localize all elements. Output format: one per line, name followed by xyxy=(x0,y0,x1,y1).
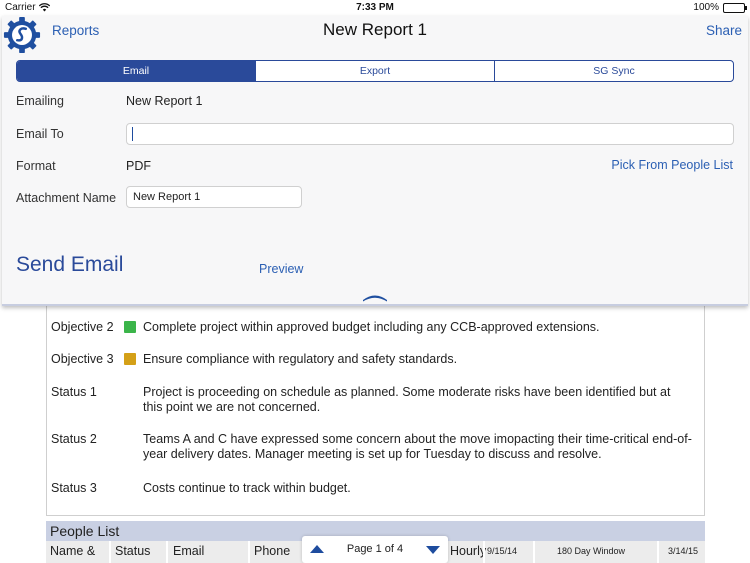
preview-link[interactable]: Preview xyxy=(259,262,303,276)
send-email-button[interactable]: Send Email xyxy=(16,253,123,277)
tab-export[interactable]: Export xyxy=(256,61,495,81)
tab-sg-sync[interactable]: SG Sync xyxy=(495,61,733,81)
row-text: Ensure compliance with regulatory and sa… xyxy=(143,352,458,366)
battery-status: 100% xyxy=(693,2,747,13)
pick-from-people-list-link[interactable]: Pick From People List xyxy=(611,158,733,172)
column-header: Phone xyxy=(254,544,291,558)
row-text: Complete project within approved budget … xyxy=(143,320,600,334)
page-navigator: Page 1 of 4 xyxy=(302,536,448,563)
status-time: 7:33 PM xyxy=(356,2,394,13)
row-label: Status 1 xyxy=(51,385,97,399)
battery-icon xyxy=(723,2,747,13)
report-document[interactable]: Objective 2 Complete project within appr… xyxy=(46,290,705,516)
attachment-name-label: Attachment Name xyxy=(16,191,117,205)
email-panel: Reports New Report 1 Share Email Export … xyxy=(2,16,748,306)
mode-tabs: Email Export SG Sync xyxy=(16,60,734,82)
emailing-label: Emailing xyxy=(16,94,64,108)
status-swatch-green xyxy=(124,321,136,333)
row-label: Status 2 xyxy=(51,432,97,446)
share-button[interactable]: Share xyxy=(706,23,742,38)
email-to-label: Email To xyxy=(16,127,64,141)
status-swatch-yellow xyxy=(124,353,136,365)
row-label: Objective 3 xyxy=(51,352,114,366)
column-header: Email xyxy=(173,544,205,558)
column-header: 9/15/14 xyxy=(487,546,518,556)
emailing-value: New Report 1 xyxy=(126,94,203,108)
format-value: PDF xyxy=(126,159,151,173)
arrow-down-icon[interactable] xyxy=(426,546,440,554)
text-cursor xyxy=(132,127,133,141)
column-header: 3/14/15 xyxy=(668,546,699,556)
column-header: 180 Day Window xyxy=(557,546,626,556)
battery-percent: 100% xyxy=(693,2,719,13)
row-text: Teams A and C have expressed some concer… xyxy=(143,432,692,461)
attachment-name-input[interactable] xyxy=(126,186,302,208)
status-bar: Carrier 7:33 PM 100% xyxy=(0,0,750,16)
row-text: Costs continue to track within budget. xyxy=(143,481,351,495)
format-label: Format xyxy=(16,159,56,173)
column-header: Status xyxy=(115,544,151,558)
email-to-input[interactable] xyxy=(126,123,734,145)
column-header: Hourly xyxy=(450,544,487,558)
page-title: New Report 1 xyxy=(323,20,427,39)
row-text: Project is proceeding on schedule as pla… xyxy=(143,385,671,414)
column-header: Name & xyxy=(50,544,96,558)
row-label: Status 3 xyxy=(51,481,97,495)
tab-email[interactable]: Email xyxy=(17,61,256,81)
nav-bar: Reports New Report 1 Share xyxy=(2,16,748,56)
chevron-up-icon[interactable] xyxy=(362,290,388,302)
row-label: Objective 2 xyxy=(51,320,114,334)
